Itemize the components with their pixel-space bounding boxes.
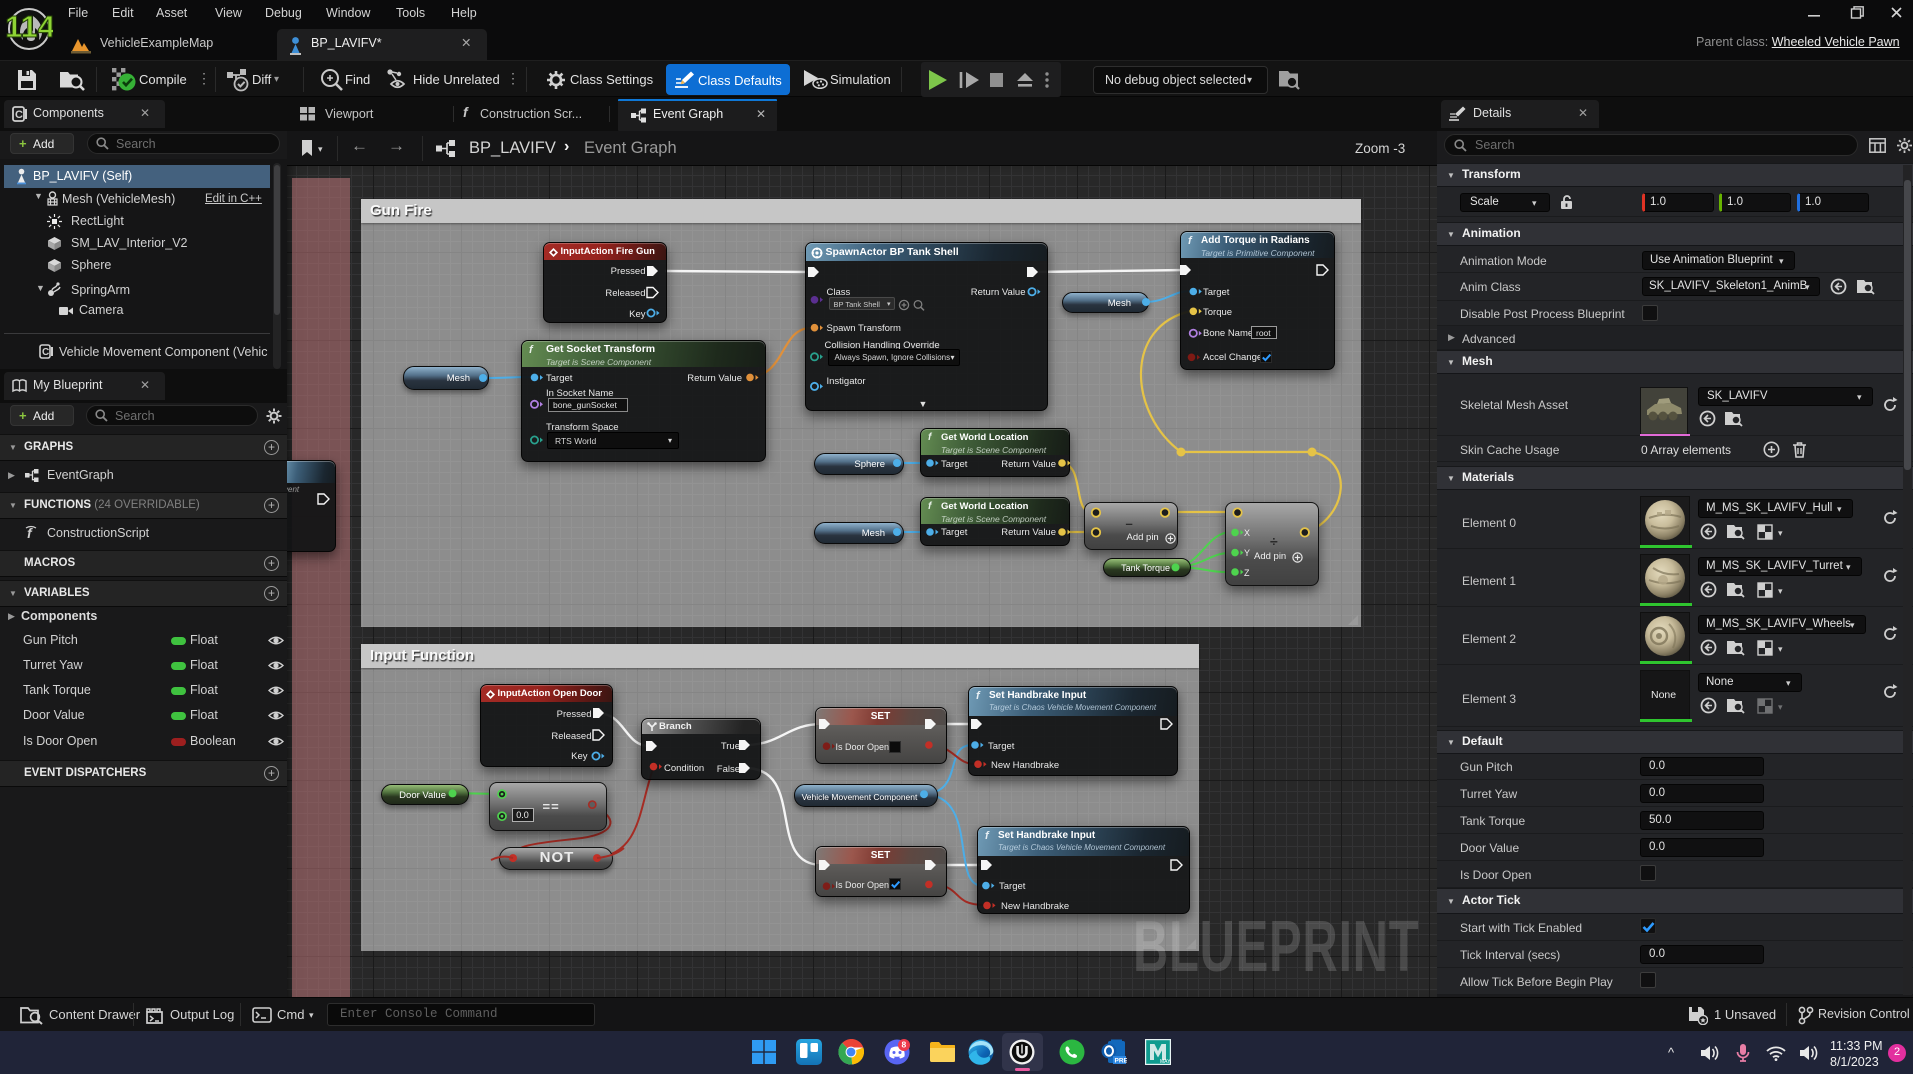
svg-text:MAYA: MAYA <box>1160 1059 1171 1065</box>
svg-text:8: 8 <box>902 1040 907 1050</box>
svg-text:114: 114 <box>5 9 53 44</box>
svg-text:PRE: PRE <box>1115 1058 1128 1065</box>
svg-text:C: C <box>42 347 49 358</box>
svg-text:C: C <box>15 109 23 121</box>
